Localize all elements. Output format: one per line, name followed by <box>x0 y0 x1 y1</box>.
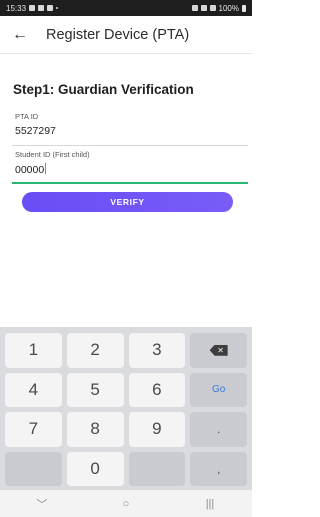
key-period[interactable]: . <box>190 412 247 447</box>
student-id-input-row: 00000 <box>15 163 248 177</box>
alarm-icon <box>191 5 198 11</box>
back-arrow-icon[interactable]: ← <box>0 16 40 54</box>
key-9[interactable]: 9 <box>128 412 186 447</box>
verify-button[interactable]: VERIFY <box>22 192 233 212</box>
numeric-keypad: 1 2 3 ✕ 4 5 6 Go 7 8 9 . 0 , <box>0 327 252 490</box>
key-5[interactable]: 5 <box>66 372 124 407</box>
nav-recents-icon[interactable]: ||| <box>180 498 240 510</box>
more-notifications-icon <box>56 7 59 9</box>
page-title: Register Device (PTA) <box>46 26 190 43</box>
key-comma[interactable]: , <box>190 451 247 486</box>
status-bar: 15:33 100% <box>0 0 252 16</box>
student-id-field[interactable]: Student ID (First child) 00000 <box>12 150 248 184</box>
pta-id-label: PTA ID <box>15 112 39 121</box>
wifi-icon <box>200 5 207 11</box>
key-1[interactable]: 1 <box>5 333 62 368</box>
status-time: 15:33 <box>6 3 27 13</box>
message-icon <box>47 5 54 11</box>
text-cursor <box>45 163 47 174</box>
key-empty-right <box>128 451 186 486</box>
pta-id-field[interactable]: PTA ID 5527297 <box>12 112 248 146</box>
key-empty-left <box>5 451 62 486</box>
student-id-value: 00000 <box>15 164 45 176</box>
key-6[interactable]: 6 <box>128 372 186 407</box>
system-nav-bar: ﹀ ○ ||| <box>0 490 252 517</box>
student-id-label: Student ID (First child) <box>15 150 90 159</box>
pta-id-value: 5527297 <box>15 125 56 137</box>
key-0[interactable]: 0 <box>66 451 124 486</box>
signal-icon <box>209 5 216 11</box>
nav-back-icon[interactable]: ﹀ <box>12 496 72 512</box>
nav-home-icon[interactable]: ○ <box>96 498 156 510</box>
battery-icon <box>242 4 246 12</box>
key-2[interactable]: 2 <box>66 333 124 368</box>
notification-icon <box>29 5 36 11</box>
battery-percent: 100% <box>218 3 239 13</box>
key-3[interactable]: 3 <box>128 333 186 368</box>
app-bar: ← Register Device (PTA) <box>0 16 252 54</box>
backspace-icon: ✕ <box>209 344 228 356</box>
step-title: Step1: Guardian Verification <box>13 82 194 97</box>
gallery-icon <box>38 5 45 11</box>
key-backspace[interactable]: ✕ <box>190 333 247 368</box>
status-left: 15:33 <box>6 3 59 13</box>
screen: 15:33 100% ← Register Device (PTA) Step1… <box>0 0 252 517</box>
key-7[interactable]: 7 <box>5 412 62 447</box>
key-8[interactable]: 8 <box>66 412 124 447</box>
key-4[interactable]: 4 <box>5 372 62 407</box>
key-go[interactable]: Go <box>190 372 247 407</box>
status-right: 100% <box>191 3 246 13</box>
